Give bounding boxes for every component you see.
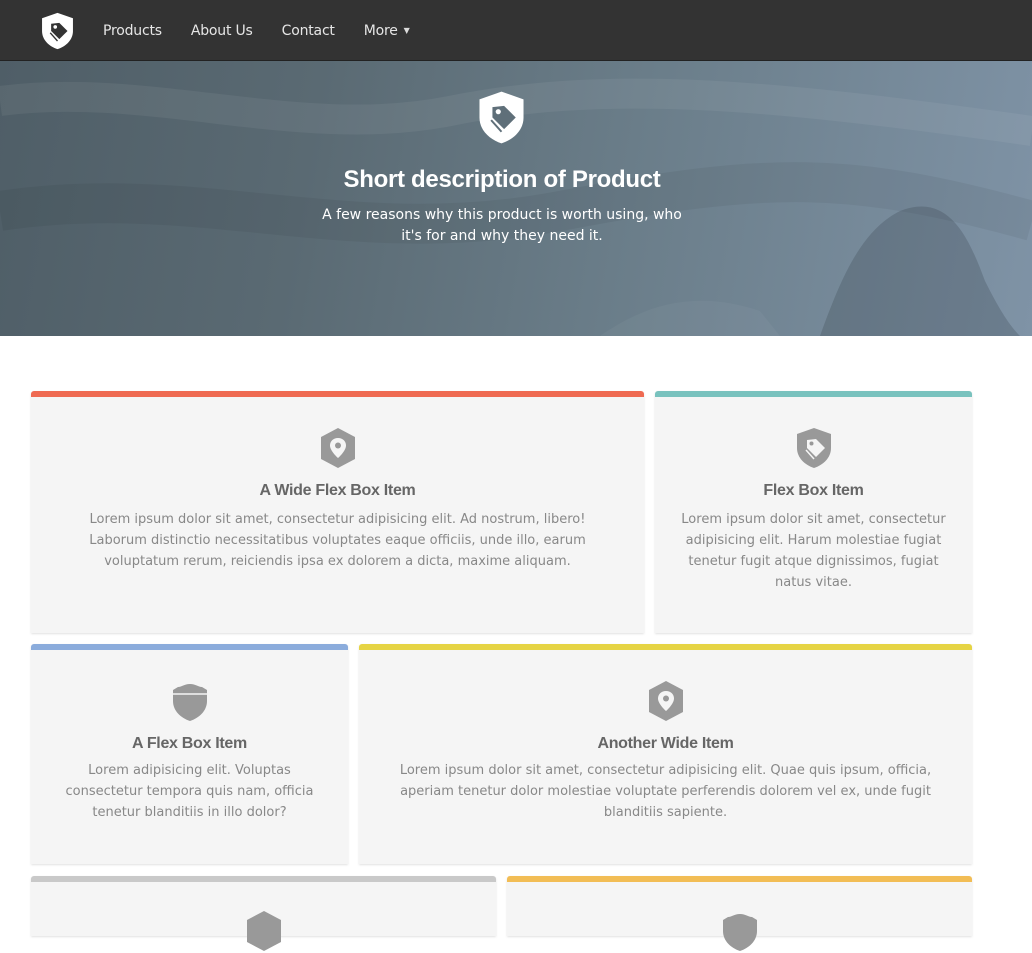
nav-item-more-label: More (363, 22, 398, 39)
hero-title: Short description of Product (343, 166, 661, 193)
nav-item-more[interactable]: More ▼ (364, 23, 410, 39)
hero-subtitle: A few reasons why this product is worth … (322, 207, 682, 244)
card-title: Flex Box Item (763, 482, 864, 499)
card-wide-flex-box-item: A Wide Flex Box Item Lorem ipsum dolor s… (31, 391, 644, 633)
nav-menu: Products About Us Contact More ▼ (103, 0, 439, 61)
card-title: A Flex Box Item (132, 735, 247, 752)
map-pin-icon (648, 681, 683, 721)
caret-down-icon: ▼ (403, 25, 410, 35)
card-title: A Wide Flex Box Item (259, 482, 416, 499)
map-pin-icon (246, 911, 281, 951)
card-text: Lorem ipsum dolor sit amet, consectetur … (681, 512, 946, 590)
nav-item-contact[interactable]: Contact (282, 23, 335, 39)
tag-shield-icon (479, 91, 524, 144)
card-flex-box-item: Flex Box Item Lorem ipsum dolor sit amet… (655, 391, 972, 633)
map-pin-icon (320, 428, 355, 468)
badge-shield-icon (172, 684, 207, 721)
nav-item-about-us[interactable]: About Us (191, 23, 253, 39)
card-title: Another Wide Item (597, 735, 734, 752)
hero-banner: Short description of Product A few reaso… (0, 61, 1032, 336)
card-partial-left (31, 876, 496, 951)
card-partial-right (507, 876, 972, 951)
tag-shield-logo-icon[interactable] (39, 11, 76, 51)
tag-shield-icon (796, 428, 831, 468)
card-text: Lorem ipsum dolor sit amet, consectetur … (399, 763, 932, 820)
card-text: Lorem adipisicing elit. Voluptas consect… (65, 763, 314, 820)
card-another-wide-item: Another Wide Item Lorem ipsum dolor sit … (359, 644, 972, 864)
badge-shield-icon (722, 914, 757, 951)
top-navbar: Products About Us Contact More ▼ (0, 0, 1032, 61)
card-text: Lorem ipsum dolor sit amet, consectetur … (89, 512, 586, 569)
nav-item-products[interactable]: Products (103, 23, 162, 39)
card-a-flex-box-item: A Flex Box Item Lorem adipisicing elit. … (31, 644, 348, 864)
